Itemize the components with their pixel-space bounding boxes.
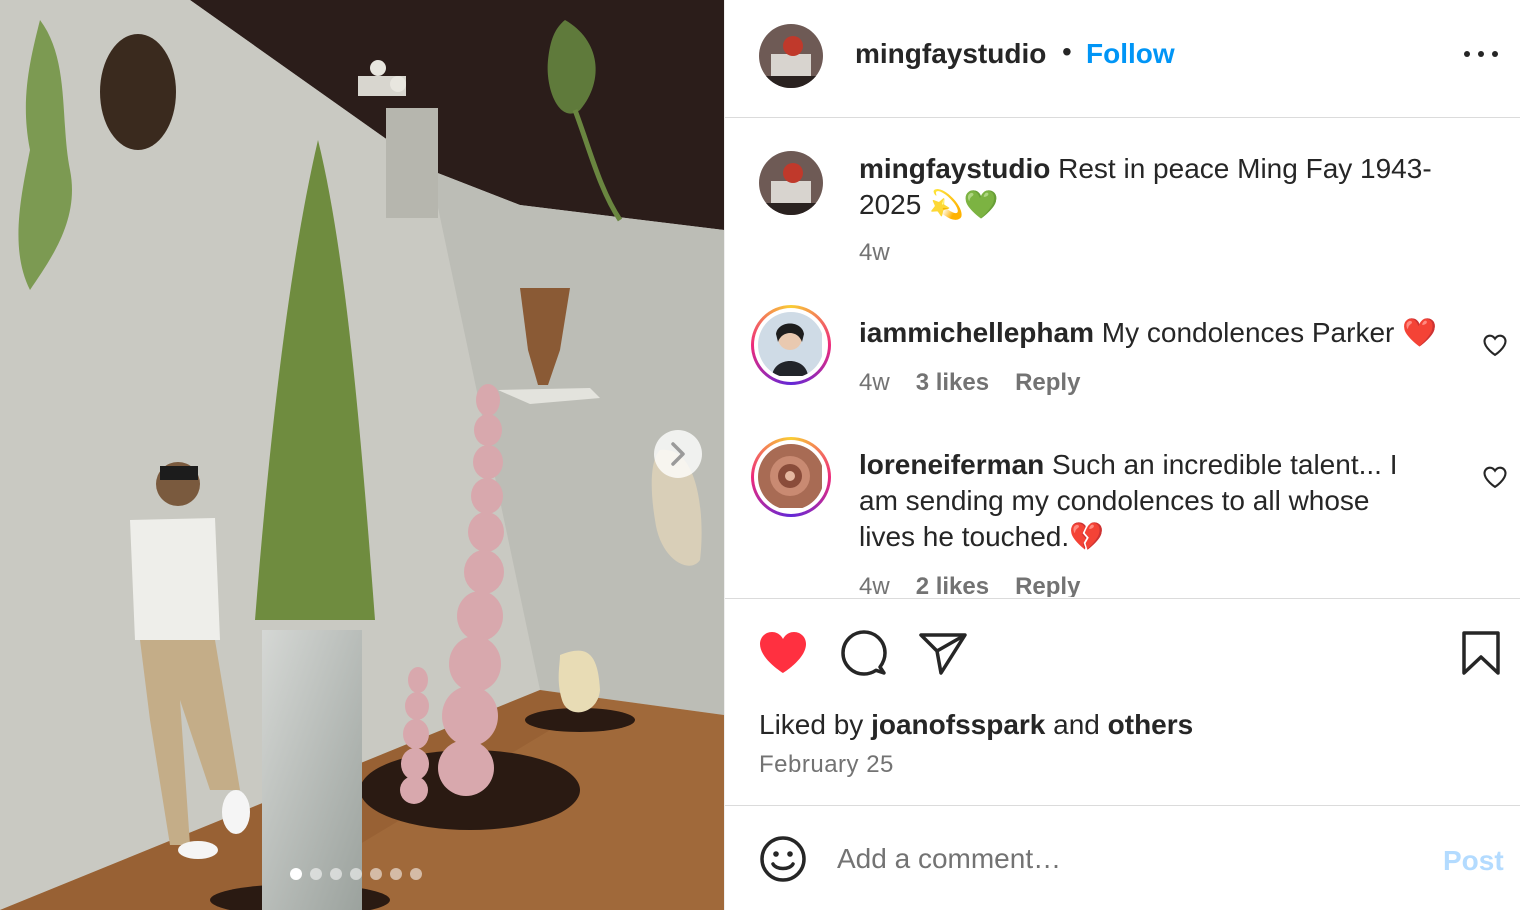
comment-body-line2: am sending my condolences to all whose (859, 485, 1370, 516)
caption-text: mingfaystudio Rest in peace Ming Fay 194… (859, 151, 1459, 223)
likes-prefix: Liked by (759, 709, 872, 740)
caption-age: 4w (859, 239, 890, 266)
comment-username[interactable]: loreneiferman (859, 449, 1044, 480)
post-image[interactable] (0, 0, 724, 910)
follow-button[interactable]: Follow (1086, 38, 1175, 70)
comment-likes[interactable]: 2 likes (916, 573, 989, 597)
share-icon[interactable] (917, 629, 969, 677)
carousel-dot (290, 868, 302, 880)
bookmark-icon[interactable] (1459, 629, 1503, 677)
caption-line2: 2025 💫💚 (859, 189, 999, 220)
likes-summary: Liked by joanofsspark and others (759, 709, 1193, 741)
caption-meta: 4w (859, 239, 890, 267)
comment-meta: 4w 3 likes Reply (859, 369, 1080, 397)
comment-input[interactable] (837, 837, 1397, 881)
author-username[interactable]: mingfaystudio (855, 38, 1046, 70)
comment-body-line3: lives he touched.💔 (859, 521, 1104, 552)
post-actions: Liked by joanofsspark and others Februar… (725, 598, 1520, 806)
commenter-avatar[interactable] (751, 305, 831, 385)
reply-button[interactable]: Reply (1015, 369, 1080, 397)
comment-text: iammichellepham My condolences Parker ❤️ (859, 315, 1459, 351)
gallery-photo (0, 0, 724, 910)
more-horizontal-icon[interactable] (1461, 44, 1501, 64)
caption-avatar[interactable] (759, 151, 823, 215)
carousel-dot (370, 868, 382, 880)
heart-filled-icon[interactable] (757, 629, 809, 677)
avatar-image (758, 312, 822, 376)
carousel-dot (390, 868, 402, 880)
reply-button[interactable]: Reply (1015, 573, 1080, 597)
carousel-dot (410, 868, 422, 880)
liked-by-user[interactable]: joanofsspark (871, 709, 1045, 740)
comment-age: 4w (859, 573, 890, 597)
author-avatar[interactable] (759, 24, 823, 88)
comment-username[interactable]: iammichellepham (859, 317, 1094, 348)
liked-by-others[interactable]: others (1108, 709, 1194, 740)
comment-age: 4w (859, 369, 890, 396)
commenter-avatar[interactable] (751, 437, 831, 517)
carousel-dot (350, 868, 362, 880)
comment-icon[interactable] (837, 629, 889, 677)
post-details-panel: mingfaystudio • Follow mingfaystudio Res… (724, 0, 1520, 910)
avatar-image (758, 444, 822, 508)
post-date: February 25 (759, 751, 894, 778)
carousel-dot (330, 868, 342, 880)
emoji-icon[interactable] (759, 835, 807, 883)
likes-middle: and (1045, 709, 1108, 740)
post-comment-button[interactable]: Post (1443, 845, 1504, 877)
caption-line1: Rest in peace Ming Fay 1943- (1050, 153, 1432, 184)
carousel-dot (310, 868, 322, 880)
carousel-indicator (290, 868, 422, 880)
comment-text: loreneiferman Such an incredible talent.… (859, 447, 1459, 555)
comment-likes[interactable]: 3 likes (916, 369, 989, 397)
next-slide-button[interactable] (654, 430, 702, 478)
heart-outline-icon[interactable] (1481, 331, 1509, 359)
avatar-image (759, 151, 823, 215)
comments-list[interactable]: mingfaystudio Rest in peace Ming Fay 194… (725, 119, 1520, 597)
chevron-right-icon (671, 442, 685, 466)
post-header: mingfaystudio • Follow (725, 0, 1520, 118)
separator-dot: • (1062, 36, 1072, 67)
comment-meta: 4w 2 likes Reply (859, 573, 1080, 597)
caption-username[interactable]: mingfaystudio (859, 153, 1050, 184)
comment-body-line1: Such an incredible talent... I (1044, 449, 1398, 480)
avatar-image (759, 24, 823, 88)
heart-outline-icon[interactable] (1481, 463, 1509, 491)
comment-body: My condolences Parker ❤️ (1093, 317, 1437, 348)
comment-composer: Post (725, 807, 1520, 910)
